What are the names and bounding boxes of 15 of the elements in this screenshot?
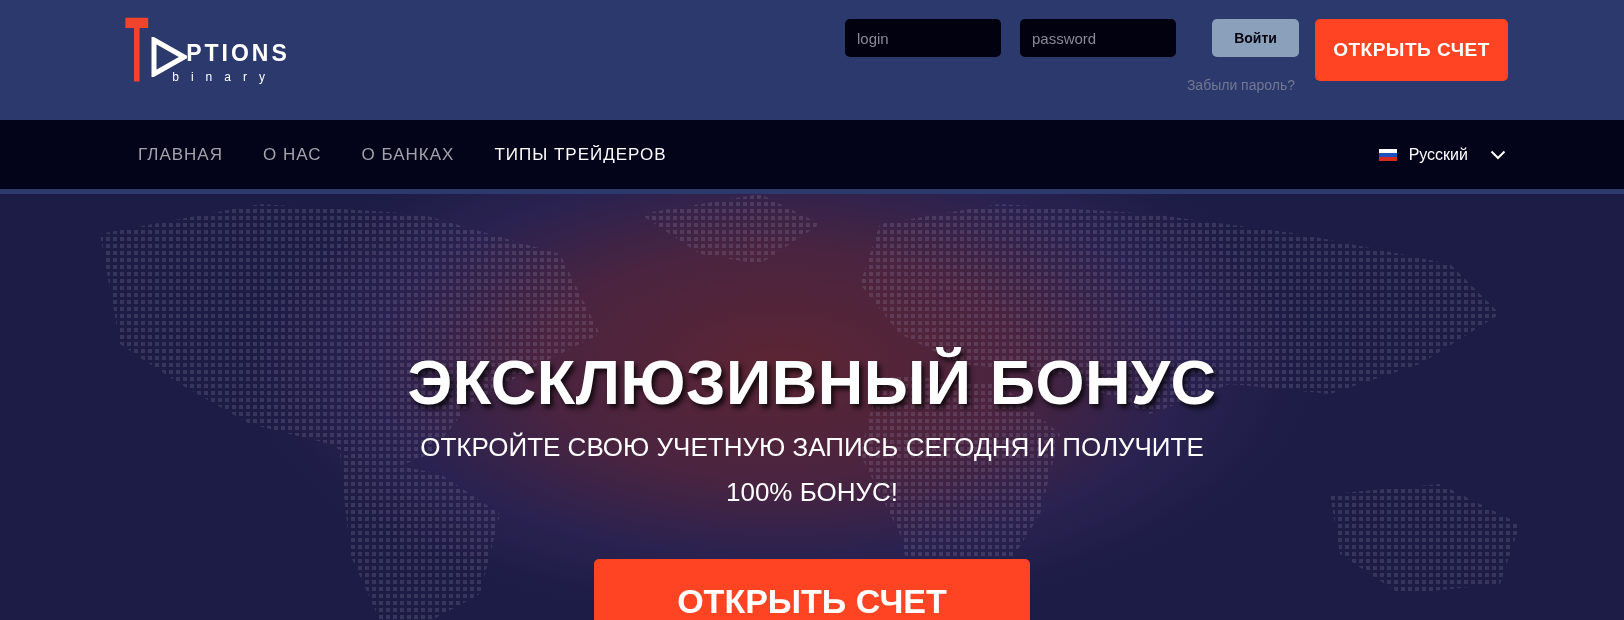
hero-subtitle: ОТКРОЙТЕ СВОЮ УЧЕТНУЮ ЗАПИСЬ СЕГОДНЯ И ПОЛУЧИТЕ 100% БОНУС! <box>419 431 1205 509</box>
logo-name: PTIONS <box>186 40 290 66</box>
login-button[interactable]: Войти <box>1212 19 1299 57</box>
nav-link[interactable]: О БАНКАХ <box>361 144 455 165</box>
chevron-down-icon[interactable] <box>1490 149 1506 160</box>
logo-tagline: binary <box>172 70 278 84</box>
flag-icon <box>1378 148 1397 161</box>
logo-mark: T <box>125 4 149 96</box>
login-field[interactable]: login <box>845 19 1001 57</box>
nav-link[interactable]: ГЛАВНАЯ <box>138 144 223 165</box>
language-selector[interactable]: Русский <box>1408 145 1468 164</box>
nav-link[interactable]: ТИПЫ ТРЕЙДЕРОВ <box>494 144 667 165</box>
nav-link[interactable]: О НАС <box>263 144 322 165</box>
hero-title: ЭКСКЛЮЗИВНЫЙ БОНУС <box>407 346 1217 419</box>
password-field[interactable]: password <box>1020 19 1176 57</box>
